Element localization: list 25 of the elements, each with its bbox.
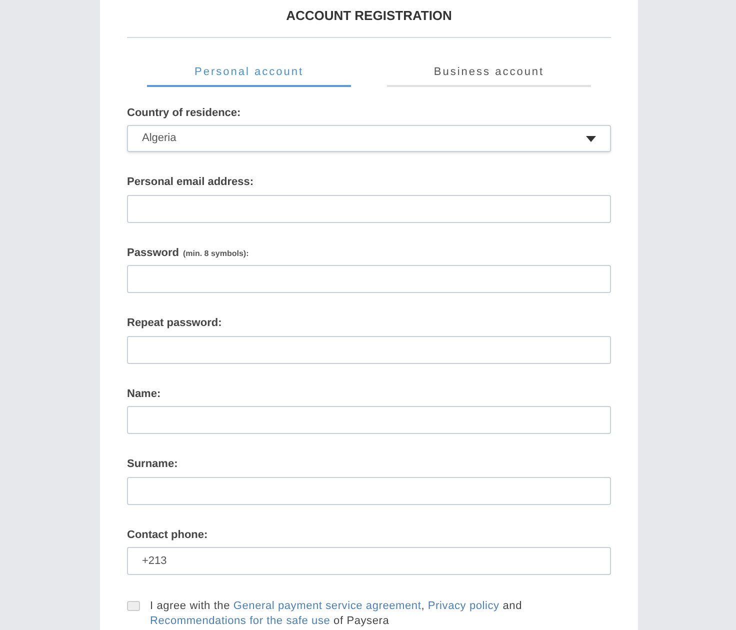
agreement-text: I agree with the General payment service agreement, Privacy policy and Recommendations for the safe use of Paysera xyxy=(150,599,523,629)
agreement-link[interactable]: General payment service agreement xyxy=(233,600,422,612)
field-label: Password xyxy=(127,246,179,260)
agreement-link[interactable]: Privacy policy xyxy=(428,600,500,612)
input-field[interactable] xyxy=(127,476,611,504)
country-select[interactable]: Algeria xyxy=(127,125,611,152)
agreement-link[interactable]: Recommendations for the safe use xyxy=(150,615,330,627)
input-field[interactable] xyxy=(127,194,611,222)
select-value: Algeria xyxy=(142,131,176,146)
field-label: Country of residence: xyxy=(127,106,241,120)
input-field[interactable] xyxy=(127,336,611,364)
field-label: Contact phone: xyxy=(127,528,208,542)
field-hint: (min. 8 symbols): xyxy=(182,248,249,260)
input-field[interactable] xyxy=(127,406,611,434)
account-tab[interactable]: Personal account xyxy=(147,64,351,86)
form-title: ACCOUNT REGISTRATION xyxy=(285,8,453,24)
agreement-checkbox[interactable] xyxy=(127,601,140,611)
input-field[interactable] xyxy=(127,265,611,293)
account-tab[interactable]: Business account xyxy=(387,64,591,86)
field-label: Surname: xyxy=(127,457,178,472)
input-field[interactable]: +213 xyxy=(127,547,611,575)
field-label: Name: xyxy=(127,386,161,402)
field-label: Personal email address: xyxy=(127,175,254,190)
dropdown-caret-icon xyxy=(586,136,596,142)
field-label: Repeat password: xyxy=(127,316,222,331)
